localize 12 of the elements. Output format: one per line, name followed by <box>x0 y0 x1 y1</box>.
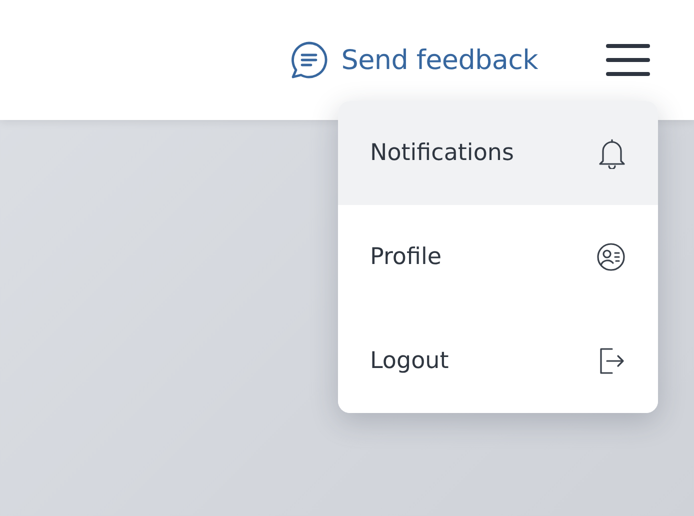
bell-icon <box>598 137 626 169</box>
menu-item-label: Notifications <box>370 140 514 166</box>
menu-item-label: Profile <box>370 244 442 270</box>
chat-icon <box>289 40 330 80</box>
logout-icon <box>598 347 626 375</box>
menu-item[interactable]: Logout <box>338 309 658 413</box>
profile-icon <box>596 242 626 272</box>
menu-button[interactable] <box>606 44 650 76</box>
menu-item-label: Logout <box>370 348 449 374</box>
menu-item[interactable]: Notifications <box>338 101 658 205</box>
feedback-button[interactable]: Send feedback <box>289 40 538 80</box>
menu-item[interactable]: Profile <box>338 205 658 309</box>
